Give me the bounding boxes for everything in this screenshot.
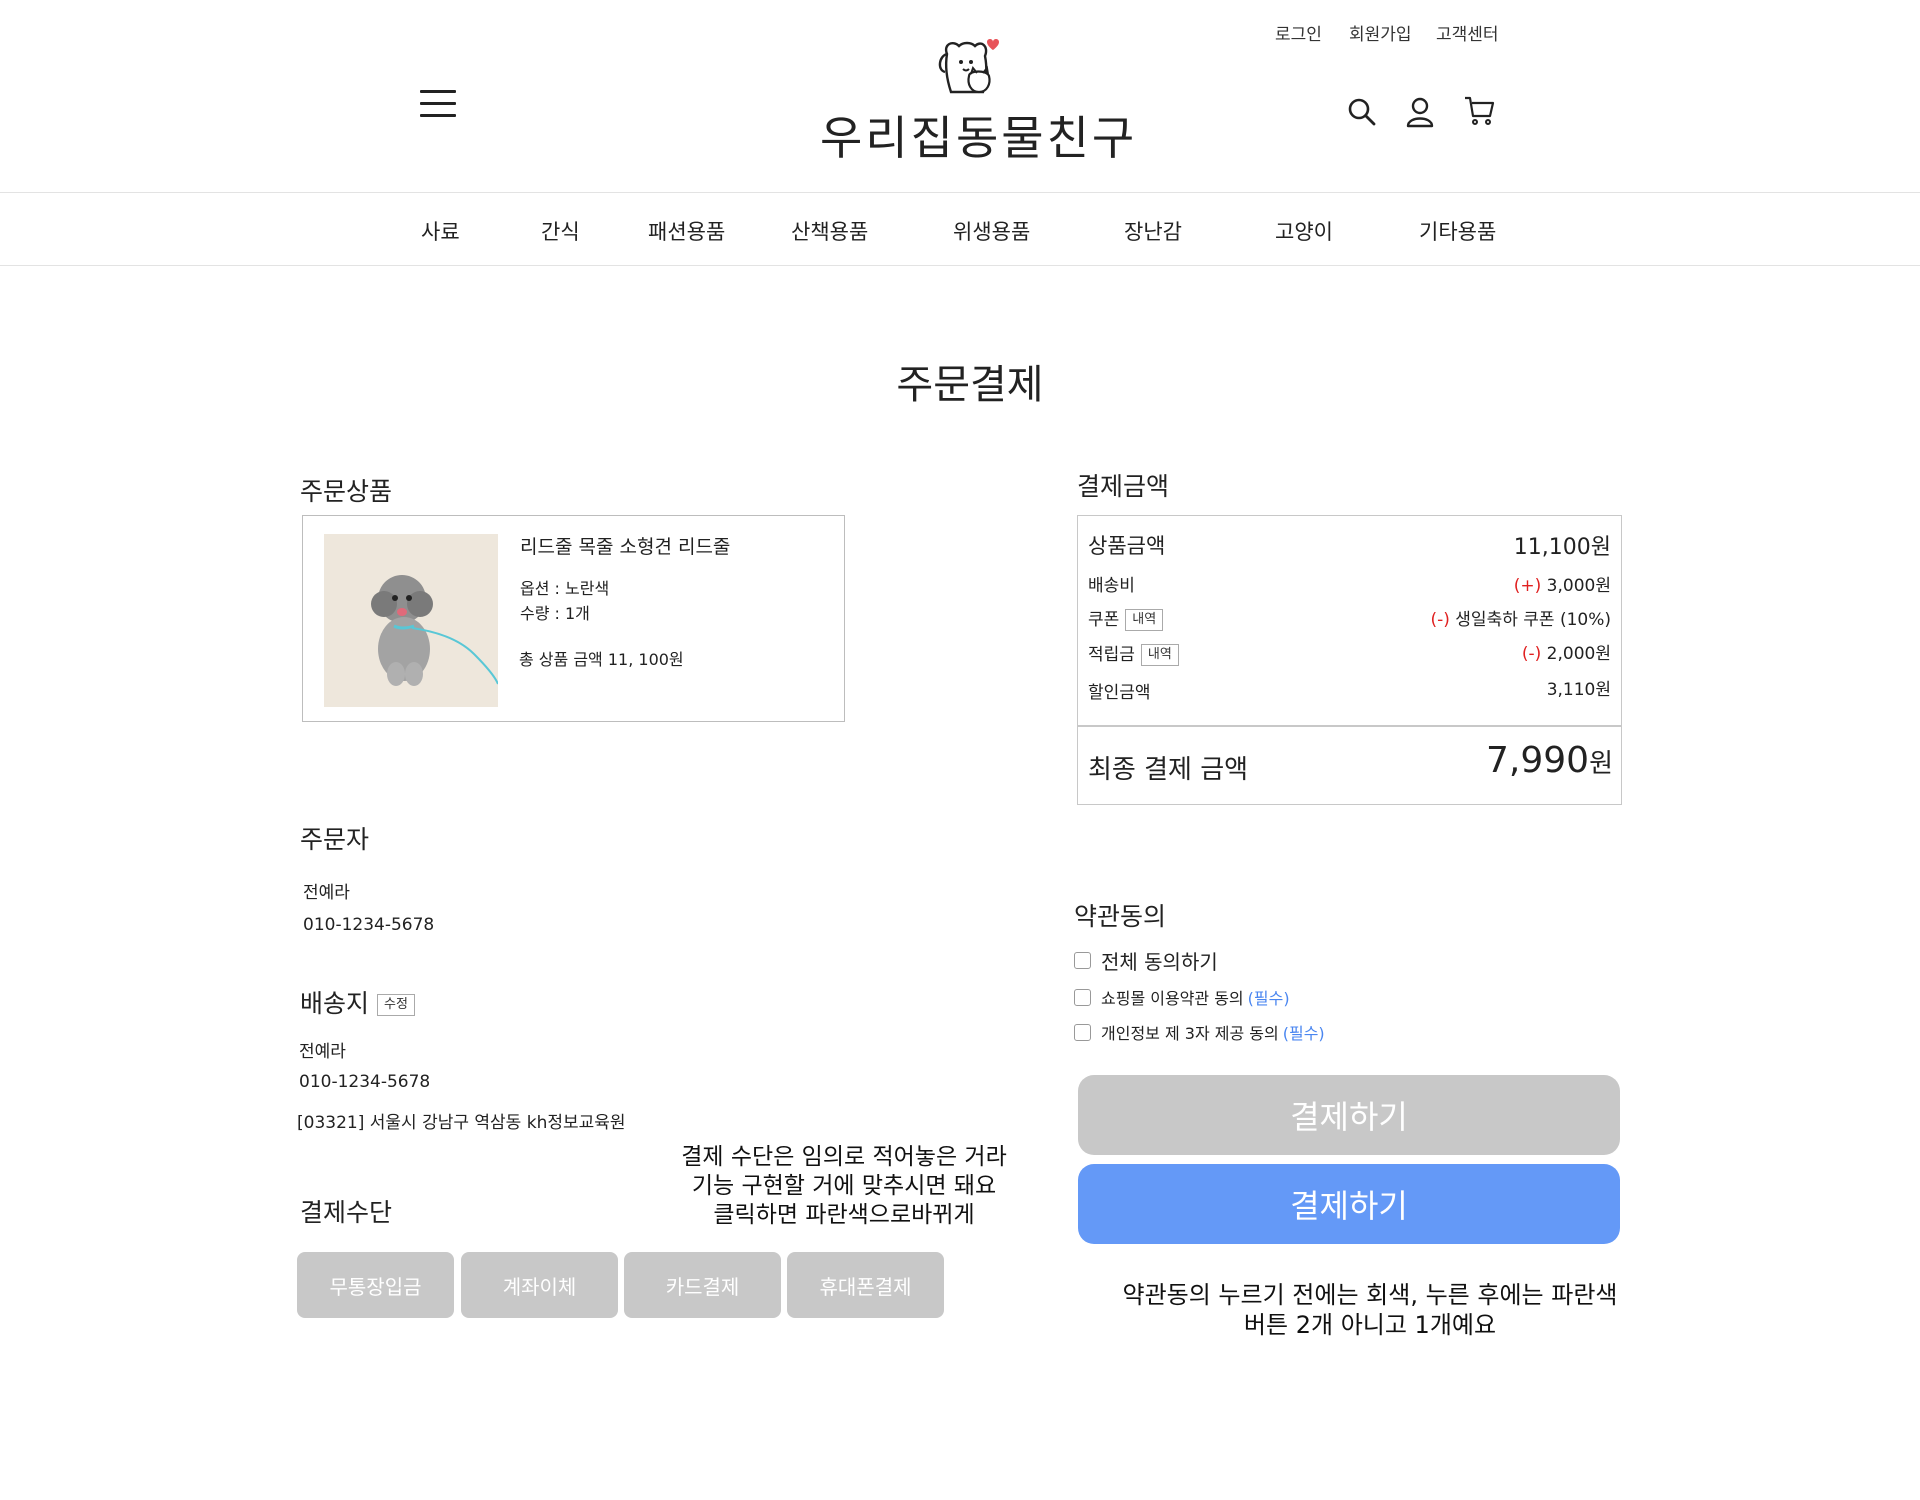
method-bank-deposit-button[interactable]: 무통장입금 bbox=[297, 1252, 454, 1318]
shipping-phone: 010-1234-5678 bbox=[299, 1072, 431, 1092]
payment-method-title: 결제수단 bbox=[300, 1198, 393, 1227]
nav-item-hygiene[interactable]: 위생용품 bbox=[953, 216, 1030, 246]
terms-item2-checkbox[interactable] bbox=[1074, 1023, 1091, 1041]
nav-border-bottom bbox=[0, 265, 1920, 266]
terms-item1-checkbox[interactable] bbox=[1074, 988, 1091, 1006]
discount-label: 할인금액 bbox=[1088, 683, 1151, 703]
payment-amount-title: 결제금액 bbox=[1077, 472, 1170, 501]
terms-item1-row[interactable]: 쇼핑몰 이용약관 동의 (필수) bbox=[1074, 985, 1290, 1009]
product-image bbox=[324, 534, 498, 707]
shipping-fee-value: (+) 3,000원 bbox=[1514, 571, 1611, 596]
shipping-title-text: 배송지 bbox=[300, 989, 370, 1018]
points-label-text: 적립금 bbox=[1088, 645, 1135, 665]
hamburger-icon[interactable] bbox=[420, 90, 456, 118]
coupon-amount: 생일축하 쿠폰 (10%) bbox=[1449, 610, 1611, 630]
payment-divider bbox=[1078, 725, 1621, 727]
orderer-name: 전예라 bbox=[303, 883, 350, 903]
terms-all-checkbox[interactable] bbox=[1074, 952, 1091, 969]
order-product-card: 리드줄 목줄 소형견 리드줄 옵션 : 노란색 수량 : 1개 총 상품 금액 … bbox=[302, 515, 845, 722]
nav-border-top bbox=[0, 192, 1920, 193]
coupon-value: (-) 생일축하 쿠폰 (10%) bbox=[1430, 605, 1611, 630]
nav-item-toys[interactable]: 장난감 bbox=[1124, 216, 1182, 246]
nav-item-cat[interactable]: 고양이 bbox=[1275, 216, 1333, 246]
coupon-sign: (-) bbox=[1430, 610, 1450, 630]
orderer-title: 주문자 bbox=[300, 825, 370, 854]
method-transfer-button[interactable]: 계좌이체 bbox=[461, 1252, 618, 1318]
terms-item2-row[interactable]: 개인정보 제 3자 제공 동의 (필수) bbox=[1074, 1020, 1325, 1044]
pay-button-active[interactable]: 결제하기 bbox=[1078, 1164, 1620, 1244]
terms-item1-label: 쇼핑몰 이용약관 동의 bbox=[1101, 989, 1244, 1008]
points-history-button[interactable]: 내역 bbox=[1140, 644, 1179, 666]
discount-value: 3,110원 bbox=[1546, 680, 1611, 700]
shipping-title: 배송지 수정 bbox=[300, 984, 415, 1020]
product-amount-label: 상품금액 bbox=[1088, 534, 1166, 558]
shipping-fee-amount: 3,000원 bbox=[1541, 576, 1611, 596]
logo-text: 우리집동물친구 bbox=[820, 111, 1138, 165]
points-label: 적립금 내역 bbox=[1088, 640, 1179, 666]
final-amount-label: 최종 결제 금액 bbox=[1088, 755, 1249, 785]
page-title: 주문결제 bbox=[896, 362, 1044, 408]
points-amount: 2,000원 bbox=[1541, 644, 1611, 664]
product-name: 리드줄 목줄 소형견 리드줄 bbox=[520, 536, 731, 558]
final-amount-unit: 원 bbox=[1589, 749, 1613, 779]
signup-link[interactable]: 회원가입 bbox=[1349, 20, 1412, 45]
pay-button-note: 약관동의 누르기 전에는 회색, 누른 후에는 파란색 버튼 2개 아니고 1개… bbox=[1122, 1281, 1618, 1339]
terms-title: 약관동의 bbox=[1074, 902, 1167, 931]
logo[interactable]: 우리집동물친구 bbox=[820, 36, 1134, 165]
nav-item-etc[interactable]: 기타용품 bbox=[1419, 216, 1496, 246]
terms-item1-required: (필수) bbox=[1247, 989, 1290, 1008]
user-icon[interactable] bbox=[1404, 96, 1436, 128]
shipping-fee-label: 배송비 bbox=[1088, 576, 1135, 596]
product-option: 옵션 : 노란색 bbox=[520, 579, 610, 598]
method-card-button[interactable]: 카드결제 bbox=[624, 1252, 781, 1318]
nav-item-fashion[interactable]: 패션용품 bbox=[648, 216, 725, 246]
terms-item2-label: 개인정보 제 3자 제공 동의 bbox=[1101, 1024, 1279, 1043]
search-icon[interactable] bbox=[1346, 96, 1378, 128]
product-total: 총 상품 금액 11, 100원 bbox=[519, 650, 684, 669]
final-amount-number: 7,990 bbox=[1486, 740, 1590, 781]
login-link[interactable]: 로그인 bbox=[1275, 20, 1322, 45]
nav-item-snacks[interactable]: 간식 bbox=[541, 216, 580, 246]
cart-icon[interactable] bbox=[1463, 94, 1495, 126]
final-amount-value: 7,990원 bbox=[1486, 740, 1613, 781]
orderer-phone: 010-1234-5678 bbox=[303, 915, 435, 935]
terms-item2-required: (필수) bbox=[1282, 1024, 1325, 1043]
nav-item-walking[interactable]: 산책용품 bbox=[791, 216, 868, 246]
coupon-label: 쿠폰 내역 bbox=[1088, 605, 1164, 631]
shipping-edit-button[interactable]: 수정 bbox=[377, 994, 415, 1016]
method-phone-button[interactable]: 휴대폰결제 bbox=[787, 1252, 944, 1318]
shipping-fee-sign: (+) bbox=[1513, 576, 1542, 596]
dog-cat-logo-icon bbox=[938, 39, 999, 94]
payment-method-note: 결제 수단은 임의로 적어놓은 거라 기능 구현할 거에 맞추시면 돼요 클릭하… bbox=[681, 1144, 1007, 1228]
order-product-title: 주문상품 bbox=[300, 477, 393, 506]
shipping-address: [03321] 서울시 강남구 역삼동 kh정보교육원 bbox=[297, 1113, 626, 1133]
shipping-name: 전예라 bbox=[299, 1042, 346, 1062]
product-quantity: 수량 : 1개 bbox=[520, 604, 590, 623]
product-amount-value: 11,100원 bbox=[1513, 535, 1611, 560]
terms-all-row[interactable]: 전체 동의하기 bbox=[1074, 946, 1218, 975]
customer-center-link[interactable]: 고객센터 bbox=[1436, 20, 1499, 45]
points-sign: (-) bbox=[1521, 644, 1542, 664]
points-value: (-) 2,000원 bbox=[1522, 639, 1611, 664]
coupon-label-text: 쿠폰 bbox=[1088, 610, 1120, 630]
nav-item-food[interactable]: 사료 bbox=[421, 216, 460, 246]
terms-all-label: 전체 동의하기 bbox=[1101, 950, 1218, 974]
payment-summary-box: 상품금액 11,100원 배송비 (+) 3,000원 쿠폰 내역 (-) 생일축… bbox=[1077, 515, 1622, 805]
coupon-history-button[interactable]: 내역 bbox=[1125, 609, 1164, 631]
pay-button-disabled[interactable]: 결제하기 bbox=[1078, 1075, 1620, 1155]
